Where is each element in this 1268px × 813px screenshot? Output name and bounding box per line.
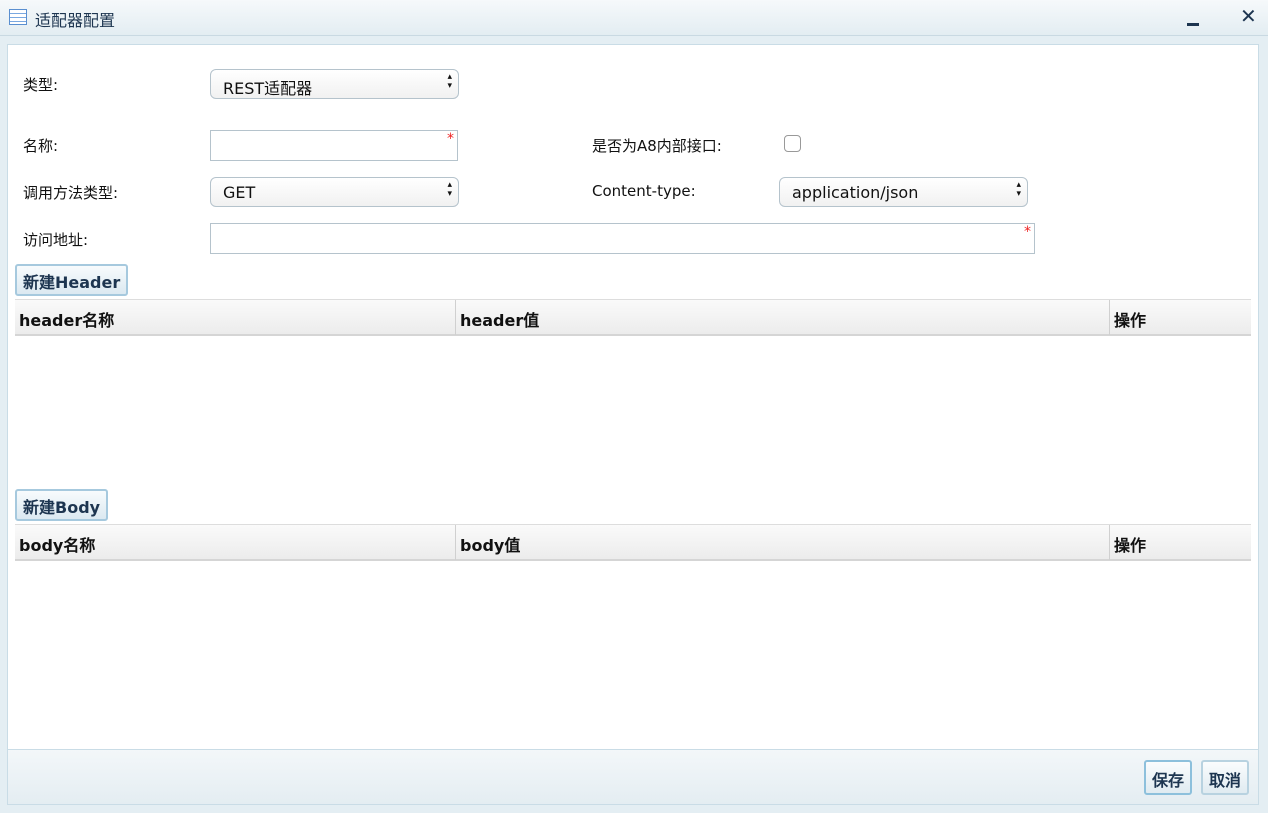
column-header: 操作: [1114, 536, 1147, 555]
column-header: header值: [456, 300, 1110, 335]
header-table-head: header名称 header值 操作: [15, 299, 1251, 336]
column-header: body名称: [15, 525, 456, 560]
required-mark: *: [447, 131, 454, 147]
column-header: body值: [456, 525, 1110, 560]
column-header: header名称: [15, 300, 456, 335]
column-header: 操作: [1114, 311, 1147, 330]
required-mark: *: [1024, 224, 1031, 240]
body-table-head: body名称 body值 操作: [15, 524, 1251, 561]
title-bar: 适配器配置 ✕: [0, 0, 1268, 36]
table-icon: [9, 9, 27, 25]
url-label: 访问地址:: [23, 231, 89, 249]
url-input[interactable]: *: [210, 223, 1035, 254]
method-select[interactable]: GET: [210, 177, 459, 207]
save-button[interactable]: 保存: [1144, 760, 1193, 795]
new-body-button[interactable]: 新建Body: [15, 489, 109, 521]
window-title: 适配器配置: [35, 11, 116, 30]
content-type-label: Content-type:: [592, 182, 696, 200]
minimize-button[interactable]: [1185, 10, 1201, 26]
cancel-button[interactable]: 取消: [1201, 760, 1250, 795]
internal-interface-checkbox[interactable]: [784, 135, 801, 152]
dialog-footer: [7, 750, 1259, 805]
type-select[interactable]: REST适配器: [210, 69, 459, 99]
type-label: 类型:: [23, 76, 59, 94]
method-label: 调用方法类型:: [23, 184, 119, 202]
close-button[interactable]: ✕: [1240, 4, 1257, 28]
name-input[interactable]: *: [210, 130, 458, 161]
new-header-button[interactable]: 新建Header: [15, 264, 129, 296]
content-type-select[interactable]: application/json: [779, 177, 1028, 207]
internal-interface-label: 是否为A8内部接口:: [592, 137, 722, 155]
name-label: 名称:: [23, 137, 59, 155]
